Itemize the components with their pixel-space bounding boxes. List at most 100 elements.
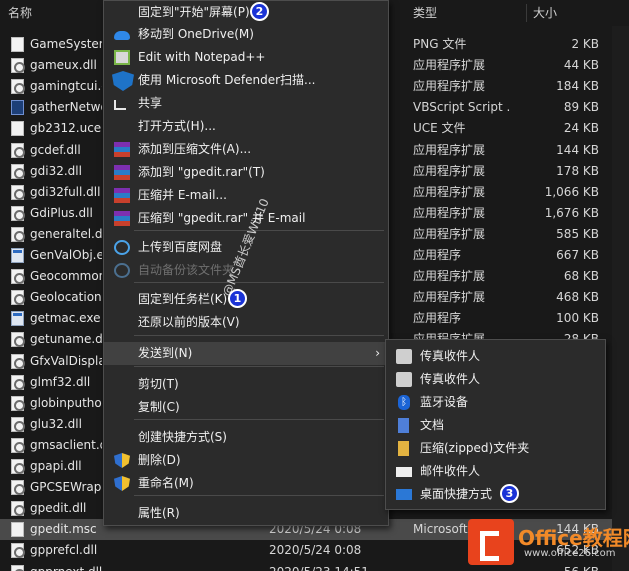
context-menu-item[interactable]: 复制(C): [104, 396, 388, 419]
column-header-type[interactable]: 类型: [413, 0, 437, 26]
column-divider[interactable]: [526, 4, 527, 22]
menu-item-label: 使用 Microsoft Defender扫描...: [138, 73, 316, 87]
file-name: globinputhos: [30, 395, 102, 410]
file-size: 1,676 KB: [544, 205, 599, 220]
menu-item-label: 创建快捷方式(S): [138, 430, 227, 444]
menu-item-label: 压缩并 E-mail...: [138, 188, 227, 202]
context-menu-item[interactable]: 打开方式(H)...: [104, 115, 388, 138]
file-name: glmf32.dll: [30, 374, 91, 389]
menu-item-label: 压缩(zipped)文件夹: [420, 441, 530, 455]
fax-icon: [396, 372, 412, 387]
context-menu-item[interactable]: 重命名(M): [104, 472, 388, 495]
file-name: gpprefcl.dll: [30, 543, 98, 558]
file-type: 应用程序扩展: [413, 142, 486, 157]
menu-item-label: 打开方式(H)...: [138, 119, 216, 133]
file-name: gatherNetwo: [30, 100, 102, 115]
uac-shield-icon: [114, 453, 130, 468]
menu-item-label: 上传到百度网盘: [138, 240, 223, 254]
context-menu-item[interactable]: 压缩并 E-mail...: [104, 184, 388, 207]
context-menu-item[interactable]: 剪切(T): [104, 373, 388, 396]
dll-file-icon: [11, 269, 25, 285]
context-menu-item[interactable]: 移动到 OneDrive(M): [104, 23, 388, 46]
vbs-file-icon: [11, 100, 24, 116]
menu-item-label: 桌面快捷方式: [420, 487, 493, 501]
dll-file-icon: [11, 142, 25, 158]
file-name: Geolocation.: [30, 290, 102, 305]
file-name: gameux.dll: [30, 58, 97, 73]
winrar-icon: [114, 188, 130, 203]
menu-separator: [134, 495, 384, 496]
send-to-item[interactable]: 传真收件人: [386, 368, 605, 391]
file-type: 应用程序: [413, 311, 462, 326]
file-name: gcdef.dll: [30, 142, 81, 157]
column-header-name[interactable]: 名称: [8, 0, 32, 26]
context-menu-item[interactable]: 删除(D): [104, 449, 388, 472]
file-type: 应用程序扩展: [413, 269, 486, 284]
send-to-item[interactable]: 压缩(zipped)文件夹: [386, 437, 605, 460]
file-size: 89 KB: [563, 100, 599, 115]
send-to-item[interactable]: 桌面快捷方式: [386, 483, 605, 506]
desktop-icon: [396, 489, 412, 500]
context-menu-item[interactable]: 创建快捷方式(S): [104, 426, 388, 449]
context-menu-item[interactable]: 发送到(N) ›: [104, 342, 388, 365]
dll-file-icon: [11, 374, 25, 390]
menu-item-label: 重命名(M): [138, 476, 194, 490]
file-name: GfxValDispla: [30, 353, 102, 368]
dll-file-icon: [11, 79, 25, 95]
dll-file-icon: [11, 205, 25, 221]
notepad-plus-plus-icon: [114, 50, 130, 65]
logo-text: Office教程网: [518, 526, 629, 550]
menu-item-label: 还原以前的版本(V): [138, 315, 240, 329]
dll-file-icon: [11, 501, 25, 517]
file-size: 184 KB: [556, 79, 599, 94]
send-to-item[interactable]: 传真收件人: [386, 345, 605, 368]
file-type: 应用程序扩展: [413, 58, 486, 73]
generic-file-icon: [11, 121, 24, 137]
file-size: 68 KB: [563, 269, 599, 284]
winrar-icon: [114, 165, 130, 180]
file-size: 24 KB: [563, 121, 599, 136]
menu-item-label: 复制(C): [138, 400, 180, 414]
site-logo: Office教程网 www.office26.com: [466, 516, 629, 571]
context-menu-item[interactable]: 还原以前的版本(V): [104, 311, 388, 334]
context-menu-item[interactable]: 共享: [104, 92, 388, 115]
menu-item-label: 蓝牙设备: [420, 395, 469, 409]
context-menu-item[interactable]: 添加到 "gpedit.rar"(T): [104, 161, 388, 184]
context-menu-item[interactable]: 使用 Microsoft Defender扫描...: [104, 69, 388, 92]
file-date: 2020/5/23 14:51: [269, 562, 369, 571]
menu-item-label: 邮件收件人: [420, 464, 481, 478]
image-file-icon: [11, 37, 24, 52]
bluetooth-icon: ᛒ: [398, 395, 410, 410]
context-menu-item[interactable]: Edit with Notepad++: [104, 46, 388, 69]
menu-item-label: 传真收件人: [420, 349, 481, 363]
file-name: getmac.exe: [30, 311, 101, 326]
context-menu-item[interactable]: 属性(R): [104, 502, 388, 525]
dll-file-icon: [11, 332, 25, 348]
fax-icon: [396, 349, 412, 364]
file-size: 585 KB: [556, 226, 599, 241]
file-type: 应用程序扩展: [413, 205, 486, 220]
onedrive-icon: [114, 31, 130, 40]
send-to-item[interactable]: ᛒ 蓝牙设备: [386, 391, 605, 414]
step-number-badge: 3: [500, 484, 519, 503]
file-name: gb2312.uce: [30, 121, 102, 136]
baidu-netdisk-icon: [114, 240, 130, 255]
send-to-item[interactable]: 文档: [386, 414, 605, 437]
file-size: 667 KB: [556, 248, 599, 262]
file-type: 应用程序扩展: [413, 290, 486, 305]
file-type: PNG 文件: [413, 37, 467, 51]
vertical-scrollbar[interactable]: [612, 26, 629, 571]
menu-item-label: 删除(D): [138, 453, 181, 467]
step-number-badge: 2: [250, 2, 269, 21]
file-type: 应用程序扩展: [413, 163, 486, 178]
file-type: 应用程序扩展: [413, 184, 486, 199]
menu-item-label: 添加到压缩文件(A)...: [138, 142, 252, 156]
context-menu-item[interactable]: 固定到"开始"屏幕(P): [104, 1, 388, 24]
context-menu-item[interactable]: 添加到压缩文件(A)...: [104, 138, 388, 161]
file-type: 应用程序扩展: [413, 79, 486, 94]
send-to-item[interactable]: 邮件收件人: [386, 460, 605, 483]
file-type: 应用程序: [413, 248, 462, 262]
file-name: gmsaclient.d: [30, 437, 102, 452]
column-header-size[interactable]: 大小: [533, 0, 557, 26]
exe-file-icon: [11, 248, 24, 263]
